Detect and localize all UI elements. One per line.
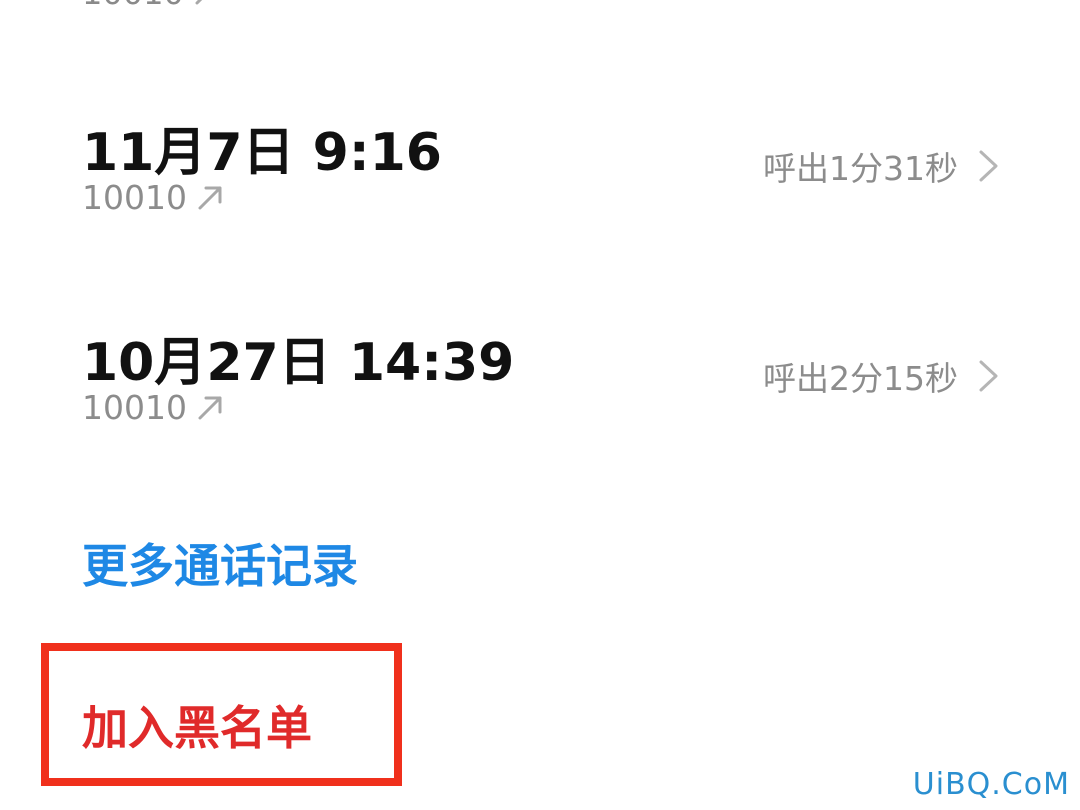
call-date: 10月27日 14:39 [82,333,515,393]
outgoing-arrow-icon [198,186,222,209]
call-duration: 呼出1分31秒 [763,149,958,188]
call-log-row[interactable]: 11月7日 9:16 10010 呼出1分31秒 [0,100,1080,270]
chevron-right-icon [979,360,998,392]
call-detail-button[interactable]: 呼出2分15秒 [763,352,1002,400]
call-number: 10010 [82,0,184,12]
chevron-right-icon [979,150,998,182]
watermark-text: UiBQ.CoM [912,767,1070,802]
partial-call-row[interactable]: 10010 [82,0,222,12]
more-call-records-link[interactable]: 更多通话记录 [82,530,358,596]
call-log-row[interactable]: 10月27日 14:39 10010 呼出2分15秒 [0,310,1080,480]
add-to-blacklist-button[interactable]: 加入黑名单 [82,692,312,758]
outgoing-arrow-icon [195,0,202,5]
outgoing-arrow-icon [198,396,222,419]
call-date: 11月7日 9:16 [82,123,442,183]
call-number: 10010 [82,178,187,217]
call-duration: 呼出2分15秒 [763,359,958,398]
call-number: 10010 [82,388,187,427]
call-detail-button[interactable]: 呼出1分31秒 [763,142,1002,190]
